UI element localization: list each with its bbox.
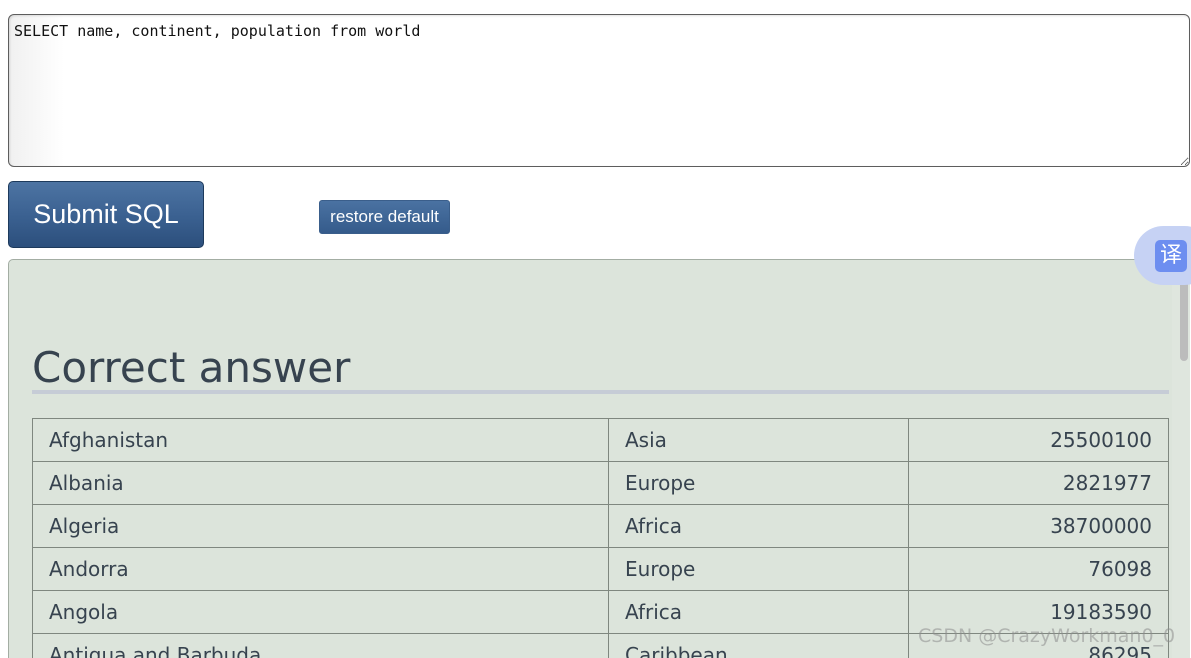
continent-cell: Europe bbox=[608, 547, 909, 591]
country-name-cell: Andorra bbox=[32, 547, 609, 591]
submit-sql-button[interactable]: Submit SQL bbox=[8, 181, 204, 248]
country-name-cell: Algeria bbox=[32, 504, 609, 548]
sql-editor[interactable] bbox=[8, 14, 1190, 167]
result-table: Afghanistan Asia 25500100 Albania Europe… bbox=[32, 418, 1169, 658]
sqlzoo-page: Submit SQL restore default Correct answe… bbox=[0, 0, 1191, 658]
country-name-cell: Angola bbox=[32, 590, 609, 634]
correct-answer-heading: Correct answer bbox=[32, 343, 351, 392]
continent-cell: Africa bbox=[608, 590, 909, 634]
continent-cell: Europe bbox=[608, 461, 909, 505]
population-cell: 25500100 bbox=[908, 418, 1169, 462]
country-name-cell: Antigua and Barbuda bbox=[32, 633, 609, 658]
translate-icon[interactable]: 译 bbox=[1155, 240, 1187, 272]
restore-default-button[interactable]: restore default bbox=[319, 200, 450, 234]
continent-cell: Caribbean bbox=[608, 633, 909, 658]
population-cell: 76098 bbox=[908, 547, 1169, 591]
population-cell: 38700000 bbox=[908, 504, 1169, 548]
table-row: Algeria Africa 38700000 bbox=[32, 504, 1169, 548]
country-name-cell: Albania bbox=[32, 461, 609, 505]
table-row: Andorra Europe 76098 bbox=[32, 547, 1169, 591]
continent-cell: Asia bbox=[608, 418, 909, 462]
continent-cell: Africa bbox=[608, 504, 909, 548]
heading-divider bbox=[32, 390, 1169, 394]
table-row: Afghanistan Asia 25500100 bbox=[32, 418, 1169, 462]
country-name-cell: Afghanistan bbox=[32, 418, 609, 462]
table-row: Albania Europe 2821977 bbox=[32, 461, 1169, 505]
population-cell: 2821977 bbox=[908, 461, 1169, 505]
csdn-watermark: CSDN @CrazyWorkman0_0 bbox=[918, 625, 1176, 647]
